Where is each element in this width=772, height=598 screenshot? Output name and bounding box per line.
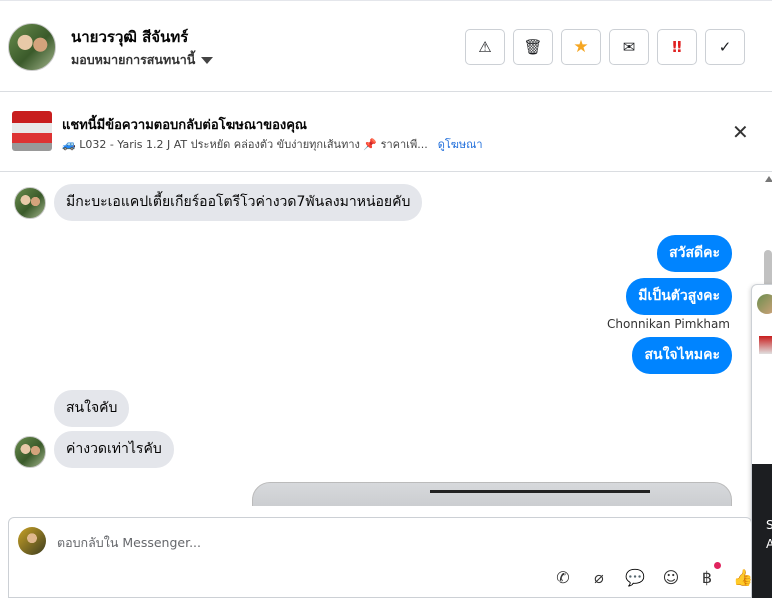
assign-dropdown[interactable]: มอบหมายการสนทนานี้ xyxy=(71,50,214,70)
sender-avatar xyxy=(14,187,46,219)
spam-icon: ‼ xyxy=(672,38,682,56)
emoji-icon: ☺ xyxy=(662,567,680,587)
conversation-header: นายวรวุฒิ สีจันทร์ มอบหมายการสนทนานี้ ⚠ … xyxy=(0,3,772,92)
scroll-up-icon[interactable] xyxy=(765,176,772,182)
close-icon[interactable]: ✕ xyxy=(732,122,749,142)
mark-done-button[interactable]: ✓ xyxy=(705,29,745,65)
contact-name[interactable]: นายวรวุฒิ สีจันทร์ xyxy=(71,25,188,49)
incoming-message[interactable]: สนใจคับ xyxy=(54,390,130,427)
side-avatar xyxy=(757,294,772,314)
attachment-icon: ⌀ xyxy=(594,567,604,587)
message-thread: มีกะบะเอแคปเตี้ยเกียร์ออโตรีโวค่างวด7พัน… xyxy=(0,172,752,506)
side-dark-text: A xyxy=(766,537,772,551)
header-actions: ⚠ 🗑 ★ ✉ ‼ ✓ xyxy=(465,29,745,65)
notification-dot xyxy=(714,562,721,569)
ad-description: 🚙 L032 - Yaris 1.2 J AT ประหยัด คล่องตัว… xyxy=(62,138,428,151)
mark-unread-button[interactable]: ✉ xyxy=(609,29,649,65)
check-icon: ✓ xyxy=(718,38,732,56)
saved-reply-icon: 💬 xyxy=(625,567,645,587)
side-dark-text: S xyxy=(766,518,772,532)
spam-button[interactable]: ‼ xyxy=(657,29,697,65)
caret-down-icon xyxy=(201,56,214,64)
call-button[interactable]: ✆ xyxy=(552,566,574,588)
call-icon: ✆ xyxy=(556,567,570,587)
mark-unread-icon: ✉ xyxy=(622,38,636,56)
star-icon: ★ xyxy=(573,37,589,57)
incoming-message[interactable]: ค่างวดเท่าไรคับ xyxy=(54,431,174,468)
ad-description-row: 🚙 L032 - Yaris 1.2 J AT ประหยัด คล่องตัว… xyxy=(62,135,483,153)
view-ad-link[interactable]: ดูโฆษณา xyxy=(438,135,483,153)
outgoing-message[interactable]: สวัสดีคะ xyxy=(657,235,732,272)
sender-avatar xyxy=(14,436,46,468)
ad-thumbnail xyxy=(12,111,52,151)
contact-avatar[interactable] xyxy=(8,23,56,71)
outgoing-message[interactable]: สนใจไหมคะ xyxy=(632,337,732,374)
ad-reply-banner: แชทนี้มีข้อความตอบกลับต่อโฆษณาของคุณ 🚙 L… xyxy=(0,92,772,172)
composer-tools: ✆ ⌀ 💬 ☺ ฿ 👍 xyxy=(552,562,754,588)
ad-title: แชทนี้มีข้อความตอบกลับต่อโฆษณาของคุณ xyxy=(62,118,307,133)
like-button[interactable]: 👍 xyxy=(732,566,754,588)
image-detail xyxy=(430,490,650,493)
trash-icon: 🗑 xyxy=(523,38,543,56)
saved-reply-button[interactable]: 💬 xyxy=(624,566,646,588)
report-icon: ⚠ xyxy=(478,38,492,56)
payment-button[interactable]: ฿ xyxy=(696,562,721,588)
sender-name: Chonnikan Pimkham xyxy=(607,317,730,331)
star-button[interactable]: ★ xyxy=(561,29,601,65)
outgoing-message[interactable]: มีเป็นตัวสูงคะ xyxy=(626,278,732,315)
payment-icon: ฿ xyxy=(701,567,713,587)
incoming-message[interactable]: มีกะบะเอแคปเตี้ยเกียร์ออโตรีโวค่างวด7พัน… xyxy=(54,184,423,221)
emoji-button[interactable]: ☺ xyxy=(660,566,682,588)
image-attachment[interactable] xyxy=(252,482,732,506)
page-avatar xyxy=(18,527,46,555)
like-icon: 👍 xyxy=(733,567,753,587)
reply-input[interactable] xyxy=(57,532,557,552)
report-button[interactable]: ⚠ xyxy=(465,29,505,65)
attach-button[interactable]: ⌀ xyxy=(588,566,610,588)
side-ad-thumbnail xyxy=(759,336,772,354)
delete-button[interactable]: 🗑 xyxy=(513,29,553,65)
assign-label: มอบหมายการสนทนานี้ xyxy=(71,52,196,67)
